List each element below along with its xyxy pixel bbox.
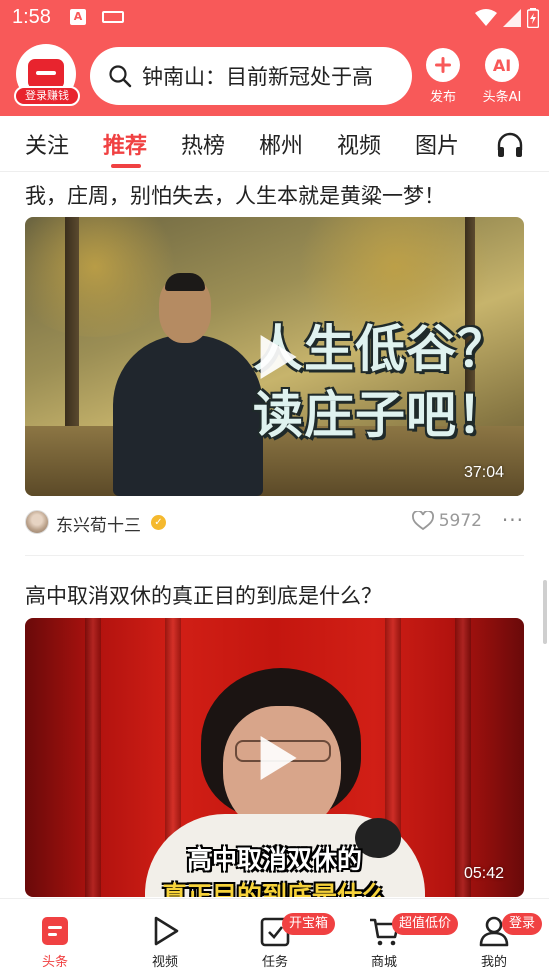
like-count: 5972 <box>438 511 482 531</box>
publish-label: 发布 <box>429 90 456 105</box>
tab-recommend[interactable]: 推荐 <box>103 128 147 160</box>
search-bar[interactable]: 钟南山：目前新冠处于高 <box>90 47 412 105</box>
active-tab-indicator <box>111 164 141 168</box>
post-title[interactable]: 我，庄周，别怕失去，人生本就是黄粱一梦！ <box>25 180 445 210</box>
play-icon <box>150 915 180 947</box>
more-options-icon[interactable]: ··· <box>502 508 524 532</box>
ai-icon-text: AI <box>492 55 512 75</box>
search-query-text: 钟南山：目前新冠处于高 <box>142 65 373 89</box>
nav-tasks-label: 任务 <box>261 955 288 970</box>
nav-home-label: 头条 <box>41 955 68 970</box>
feed: 我，庄周，别怕失去，人生本就是黄粱一梦！ 人生低谷？ 读庄子吧！ 37:04 东… <box>0 172 549 898</box>
video-thumbnail[interactable]: 人生低谷？ 读庄子吧！ 37:04 <box>25 217 524 496</box>
search-icon <box>109 65 132 88</box>
tab-chenzhou[interactable]: 郴州 <box>259 128 303 160</box>
nav-video[interactable]: 视频 <box>125 899 205 976</box>
tab-follow[interactable]: 关注 <box>25 128 69 160</box>
plus-icon <box>426 48 460 82</box>
video-duration: 05:42 <box>463 865 504 882</box>
divider <box>25 555 524 556</box>
channel-tabs: 关注 推荐 热榜 郴州 视频 图片 <box>0 116 549 172</box>
publish-button[interactable]: 发布 <box>417 48 469 105</box>
video-subtitle-line2: 真正目的到底是什么 <box>161 881 387 897</box>
battery-icon <box>527 8 539 28</box>
treasure-box-badge[interactable]: 开宝箱 <box>282 913 336 935</box>
nav-home[interactable]: 头条 <box>15 899 95 976</box>
wifi-icon <box>475 9 497 26</box>
play-icon[interactable] <box>260 334 297 379</box>
nav-mall-label: 商城 <box>370 955 397 970</box>
status-bar: 1:58 A <box>0 0 549 36</box>
nav-tasks[interactable]: 任务 <box>235 899 315 976</box>
nav-profile[interactable]: 我的 <box>454 899 534 976</box>
login-earn-badge[interactable]: 登录赚钱 <box>14 86 80 106</box>
deals-badge[interactable]: 超值低价 <box>392 913 459 935</box>
author-avatar[interactable] <box>25 510 49 534</box>
tab-images[interactable]: 图片 <box>415 128 459 160</box>
headphones-icon[interactable] <box>496 132 524 158</box>
tab-video[interactable]: 视频 <box>337 128 381 160</box>
bottom-nav: 头条 视频 任务 商城 我的 开宝箱 超值低价 登录 <box>0 898 549 976</box>
scrollbar[interactable] <box>543 580 547 644</box>
app-logo-button[interactable]: 登录赚钱 <box>14 44 80 108</box>
post-meta: 东兴荀十三 ✓ 5972 ··· <box>25 508 524 536</box>
status-time: 1:58 <box>12 6 51 28</box>
video-duration: 37:04 <box>463 464 504 481</box>
tab-hot[interactable]: 热榜 <box>181 128 225 160</box>
author-name[interactable]: 东兴荀十三 <box>56 511 141 536</box>
nav-video-label: 视频 <box>151 955 178 970</box>
top-header: 1:58 A 登录赚钱 钟南山：目前新冠处于高 发布 AI 头条AI <box>0 0 549 116</box>
keyboard-icon <box>102 11 124 23</box>
home-icon <box>40 915 70 947</box>
play-icon[interactable] <box>260 735 297 780</box>
nav-mall[interactable]: 商城 <box>344 899 424 976</box>
nav-profile-label: 我的 <box>480 955 507 970</box>
video-subtitle-line1: 高中取消双休的 <box>186 845 362 874</box>
login-badge[interactable]: 登录 <box>502 913 543 935</box>
signal-icon <box>503 9 521 27</box>
thumbnail-caption-line2: 读庄子吧！ <box>253 386 508 444</box>
heart-icon <box>411 511 434 531</box>
post-title[interactable]: 高中取消双休的真正目的到底是什么？ <box>25 580 382 610</box>
video-thumbnail[interactable]: 高中取消双休的 真正目的到底是什么 05:42 <box>25 618 524 897</box>
verified-icon: ✓ <box>151 515 166 530</box>
ai-icon: AI <box>485 48 519 82</box>
ai-button[interactable]: AI 头条AI <box>476 48 528 105</box>
app-notification-icon: A <box>70 9 86 25</box>
like-button[interactable]: 5972 <box>411 511 482 531</box>
ai-label: 头条AI <box>482 90 522 105</box>
status-indicators <box>475 7 539 29</box>
